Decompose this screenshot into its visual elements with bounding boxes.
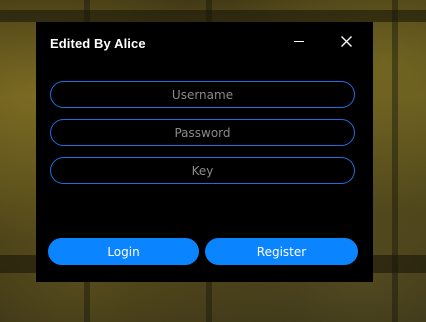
background-post [392,0,398,322]
window-title: Edited By Alice [50,36,146,51]
login-button[interactable]: Login [48,238,199,265]
login-window: Edited By Alice Login Register [36,22,373,282]
password-input[interactable] [64,124,341,141]
key-field[interactable] [50,157,355,184]
password-field[interactable] [50,119,355,146]
username-field[interactable] [50,81,355,108]
register-button[interactable]: Register [205,238,358,265]
minimize-button[interactable] [287,30,311,52]
background-band [0,10,426,22]
key-input[interactable] [64,162,341,179]
close-button[interactable] [334,30,358,52]
minimize-icon [294,40,304,42]
close-icon [340,35,352,47]
username-input[interactable] [64,86,341,103]
